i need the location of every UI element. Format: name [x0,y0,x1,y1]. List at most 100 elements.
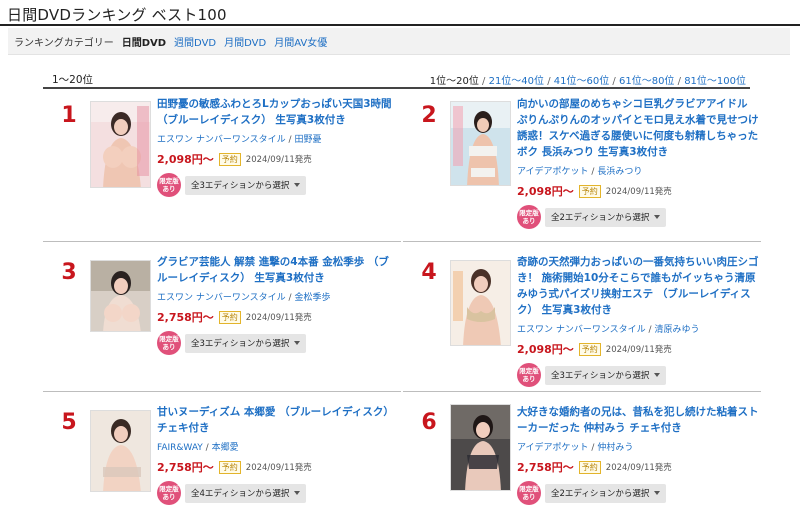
reserve-badge: 予約 [578,460,601,474]
edition-row: 限定版あり 全2エディションから選択 [517,481,759,505]
product-info: 奇跡の天然弾力おっぱいの一番気持ちいい肉圧シゴき！ 施術開始10分そこらで誰もが… [517,254,759,387]
maker-line: エスワン ナンバーワンスタイル / 清原みゆう [517,325,700,335]
maker-line: エスワン ナンバーワンスタイル / 田野憂 [157,135,322,145]
category-bar: ランキングカテゴリー 日間DVD 週間DVD 月間DVD 月間AV女優 [8,28,790,55]
price: 2,098円〜 [157,153,214,166]
limited-edition-badge: 限定版あり [517,363,541,387]
range-separator: / [677,76,681,87]
edition-select-label: 全3エディションから選択 [191,181,290,191]
rank-number: 1 [61,103,77,128]
edition-select[interactable]: 全3エディションから選択 [545,365,666,385]
chevron-down-icon [294,340,300,345]
maker-link[interactable]: エスワン ナンバーワンスタイル [157,135,286,145]
title-divider [0,24,800,26]
product-info: 田野憂の敏感ふわとろLカップおっぱい天国3時間 （ブルーレイディスク） 生写真3… [157,96,399,197]
product-title-link[interactable]: 田野憂の敏感ふわとろLカップおっぱい天国3時間 （ブルーレイディスク） 生写真3… [157,96,399,128]
rank-number: 3 [61,260,77,285]
edition-row: 限定版あり 全4エディションから選択 [157,481,399,505]
price: 2,098円〜 [517,343,574,356]
category-link-monthly-dvd[interactable]: 月間DVD [224,34,266,49]
product-thumbnail[interactable] [450,101,511,186]
price: 2,758円〜 [157,311,214,324]
edition-select[interactable]: 全4エディションから選択 [185,483,306,503]
product-title-link[interactable]: 奇跡の天然弾力おっぱいの一番気持ちいい肉圧シゴき！ 施術開始10分そこらで誰もが… [517,254,759,318]
ranking-item: 3 グラビア芸能人 解禁 進撃の4本番 金松季歩 （ブルーレイディスク） 生写真… [43,241,401,387]
actress-link[interactable]: 長浜みつり [597,167,642,177]
edition-select[interactable]: 全3エディションから選択 [185,333,306,353]
edition-select-label: 全3エディションから選択 [551,371,650,381]
page-title: 日間DVDランキング ベスト100 [7,6,227,24]
category-link-monthly-actress[interactable]: 月間AV女優 [274,34,327,49]
release-date: 2024/09/11発売 [245,313,312,323]
chevron-down-icon [294,490,300,495]
release-date: 2024/09/11発売 [605,187,672,197]
product-title-link[interactable]: グラビア芸能人 解禁 進撃の4本番 金松季歩 （ブルーレイディスク） 生写真3枚… [157,254,399,286]
edition-select[interactable]: 全2エディションから選択 [545,483,666,503]
edition-select[interactable]: 全2エディションから選択 [545,207,666,227]
chevron-down-icon [654,372,660,377]
maker-link[interactable]: FAIR&WAY [157,443,203,453]
actress-link[interactable]: 清原みゆう [654,325,699,335]
release-date: 2024/09/11発売 [605,463,672,473]
chevron-down-icon [654,214,660,219]
product-info: 向かいの部屋のめちゃシコ巨乳グラビアアイドル ぷりんぷりんのオッパイとモロ見え水… [517,96,759,229]
product-title-link[interactable]: 向かいの部屋のめちゃシコ巨乳グラビアアイドル ぷりんぷりんのオッパイとモロ見え水… [517,96,759,160]
ranking-item: 2 向かいの部屋のめちゃシコ巨乳グラビアアイドル ぷりんぷりんのオッパイとモロ見… [403,95,761,241]
price-line: 2,758円〜 予約 2024/09/11発売 [157,459,399,475]
product-title-link[interactable]: 甘いヌーディズム 本郷愛 （ブルーレイディスク） チェキ付き [157,404,399,436]
limited-edition-badge: 限定版あり [157,481,181,505]
ranking-item: 6 大好きな婚約者の兄は、昔私を犯し続けた粘着ストーカーだった 仲村みう チェキ… [403,391,761,507]
rank-number: 6 [421,410,437,435]
maker-line: アイデアポケット / 長浜みつり [517,167,643,177]
chevron-down-icon [294,182,300,187]
reserve-badge: 予約 [218,460,241,474]
product-thumbnail[interactable] [90,101,151,188]
range-link-61-80[interactable]: 61位〜80位 [619,76,674,87]
limited-edition-badge: 限定版あり [157,173,181,197]
price-line: 2,098円〜 予約 2024/09/11発売 [157,151,399,167]
actress-link[interactable]: 仲村みう [597,443,633,453]
maker-link[interactable]: エスワン ナンバーワンスタイル [157,293,286,303]
maker-line: アイデアポケット / 仲村みう [517,443,634,453]
price-line: 2,758円〜 予約 2024/09/11発売 [517,459,759,475]
price-line: 2,098円〜 予約 2024/09/11発売 [517,341,759,357]
rank-number: 5 [61,410,77,435]
category-current: 日間DVD [121,37,167,49]
limited-edition-badge: 限定版あり [517,205,541,229]
price: 2,098円〜 [517,185,574,198]
ranking-item: 4 奇跡の天然弾力おっぱいの一番気持ちいい肉圧シゴき！ 施術開始10分そこらで誰… [403,241,761,387]
limited-edition-badge: 限定版あり [517,481,541,505]
range-separator: / [482,76,486,87]
edition-select-label: 全4エディションから選択 [191,489,290,499]
range-link-41-60[interactable]: 41位〜60位 [554,76,609,87]
range-pagination: 1位〜20位 / 21位〜40位 / 41位〜60位 / 61位〜80位 / 8… [430,72,746,87]
actress-link[interactable]: 田野憂 [294,135,321,145]
product-thumbnail[interactable] [450,260,511,346]
range-link-81-100[interactable]: 81位〜100位 [684,76,746,87]
range-separator: / [612,76,616,87]
reserve-badge: 予約 [218,152,241,166]
edition-select[interactable]: 全3エディションから選択 [185,175,306,195]
product-info: 大好きな婚約者の兄は、昔私を犯し続けた粘着ストーカーだった 仲村みう チェキ付き… [517,404,759,505]
actress-link[interactable]: 金松季歩 [294,293,330,303]
edition-select-label: 全2エディションから選択 [551,489,650,499]
release-date: 2024/09/11発売 [245,155,312,165]
actress-link[interactable]: 本郷愛 [212,443,239,453]
maker-line: FAIR&WAY / 本郷愛 [157,443,239,453]
maker-link[interactable]: エスワン ナンバーワンスタイル [517,325,646,335]
category-link-weekly-dvd[interactable]: 週間DVD [174,34,216,49]
maker-link[interactable]: アイデアポケット [517,443,589,453]
maker-link[interactable]: アイデアポケット [517,167,589,177]
range-link-21-40[interactable]: 21位〜40位 [489,76,544,87]
product-thumbnail[interactable] [450,404,511,491]
product-thumbnail[interactable] [90,260,151,332]
edition-row: 限定版あり 全3エディションから選択 [157,173,399,197]
product-info: グラビア芸能人 解禁 進撃の4本番 金松季歩 （ブルーレイディスク） 生写真3枚… [157,254,399,355]
product-thumbnail[interactable] [90,410,151,492]
release-date: 2024/09/11発売 [245,463,312,473]
range-header: 1〜20位 1位〜20位 / 21位〜40位 / 41位〜60位 / 61位〜8… [43,69,750,89]
range-current-label: 1〜20位 [52,74,94,86]
reserve-badge: 予約 [578,342,601,356]
product-title-link[interactable]: 大好きな婚約者の兄は、昔私を犯し続けた粘着ストーカーだった 仲村みう チェキ付き [517,404,759,436]
reserve-badge: 予約 [218,310,241,324]
